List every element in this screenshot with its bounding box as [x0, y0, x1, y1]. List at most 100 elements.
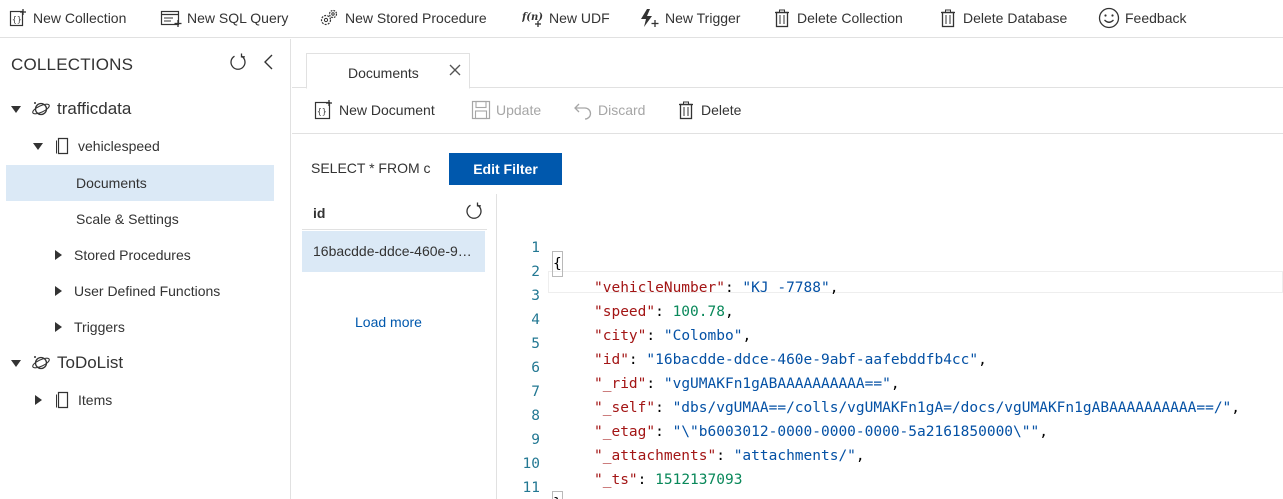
document-id-value: 16bacdde-ddce-460e-9abf-aafebddfb4cc — [313, 243, 478, 259]
new-document-icon: {} — [314, 100, 332, 120]
tree-label: Scale & Settings — [76, 211, 179, 227]
expand-triangle-icon[interactable] — [55, 286, 62, 296]
top-toolbar: {} New Collection New SQL Query New Stor… — [0, 0, 1283, 38]
expand-triangle-icon[interactable] — [55, 250, 62, 260]
new-trigger-label: New Trigger — [665, 10, 741, 26]
json-document-editor[interactable]: 1 { 2 "vehicleNumber": "KJ -7788", 3 "sp… — [498, 194, 1283, 499]
code-line: 2 "vehicleNumber": "KJ -7788", — [498, 244, 1283, 296]
id-column-header: id — [302, 194, 487, 230]
tree-label: Triggers — [74, 319, 125, 335]
tab-label: Documents — [348, 65, 419, 81]
code-line: 6 "_rid": "vgUMAKFn1gABAAAAAAAAAA==", — [498, 340, 1283, 392]
discard-label: Discard — [598, 102, 646, 118]
code-line: 3 "speed": 100.78, — [498, 268, 1283, 320]
smiley-icon — [1098, 7, 1120, 29]
code-line: 8 "_etag": "\"b6003012-0000-0000-0000-5a… — [498, 388, 1283, 440]
document-id-row[interactable]: 16bacdde-ddce-460e-9abf-aafebddfb4cc — [302, 231, 485, 272]
new-sql-query-icon — [160, 10, 182, 27]
function-icon: f(n) — [522, 12, 543, 27]
code-line: 1 { — [498, 220, 1283, 277]
expand-triangle-icon[interactable] — [11, 360, 21, 367]
close-brace: } — [552, 491, 563, 499]
collection-document-icon — [54, 390, 72, 410]
trash-icon — [941, 9, 955, 28]
feedback-button[interactable]: Feedback — [1098, 0, 1186, 36]
code-line: 10 "_ts": 1512137093 — [498, 436, 1283, 488]
id-header-label: id — [313, 205, 326, 221]
tree-group-stored-procedures[interactable]: Stored Procedures — [6, 237, 274, 273]
refresh-icon[interactable] — [228, 52, 248, 72]
new-udf-button[interactable]: f(n) New UDF — [522, 0, 610, 36]
delete-collection-button[interactable]: Delete Collection — [772, 0, 903, 36]
tab-strip: Documents — [292, 39, 1283, 89]
collection-document-icon — [54, 136, 72, 156]
tree-label: User Defined Functions — [74, 283, 221, 299]
collections-title: COLLECTIONS — [11, 55, 134, 74]
svg-text:f(n): f(n) — [522, 12, 543, 23]
expand-triangle-icon[interactable] — [55, 322, 62, 332]
tree-group-triggers[interactable]: Triggers — [6, 309, 274, 345]
tree-label: Stored Procedures — [74, 247, 191, 263]
new-udf-label: New UDF — [549, 10, 610, 26]
documents-pane: Documents {} New Document Update Discard… — [292, 39, 1283, 499]
feedback-label: Feedback — [1125, 10, 1187, 26]
filter-query-text: SELECT * FROM c — [311, 160, 431, 176]
tree-item-scale-settings[interactable]: Scale & Settings — [6, 201, 274, 237]
save-icon — [471, 100, 491, 120]
tree-label: trafficdata — [57, 99, 132, 118]
tree-collection-items[interactable]: Items — [6, 382, 274, 418]
new-document-button[interactable]: {} New Document — [314, 99, 435, 121]
load-more-link[interactable]: Load more — [355, 314, 422, 330]
new-sql-query-label: New SQL Query — [187, 10, 289, 26]
delete-database-button[interactable]: Delete Database — [938, 0, 1067, 36]
document-command-bar: {} New Document Update Discard Delete — [292, 89, 1283, 134]
code-line: 11 } — [498, 460, 1283, 499]
planet-icon — [31, 353, 51, 373]
tree-collection-vehiclespeed[interactable]: vehiclespeed — [6, 128, 274, 164]
code-line: 9 "_attachments": "attachments/", — [498, 412, 1283, 464]
undo-icon — [574, 103, 592, 120]
tree-database-trafficdata[interactable]: trafficdata — [6, 91, 274, 127]
line-number: 11 — [522, 480, 540, 496]
new-stored-procedure-label: New Stored Procedure — [345, 10, 487, 26]
update-label: Update — [496, 102, 542, 118]
new-document-label: New Document — [339, 102, 435, 118]
delete-database-label: Delete Database — [963, 10, 1068, 26]
close-icon[interactable] — [447, 62, 463, 78]
discard-button[interactable]: Discard — [573, 99, 645, 121]
planet-icon — [31, 99, 51, 119]
tree-database-todolist[interactable]: ToDoList — [6, 345, 274, 381]
lightning-icon — [641, 9, 659, 27]
collapse-chevron-icon[interactable] — [260, 52, 278, 72]
tree-group-user-defined-functions[interactable]: User Defined Functions — [6, 273, 274, 309]
new-collection-button[interactable]: {} New Collection — [8, 0, 126, 36]
trash-icon — [679, 101, 693, 120]
expand-triangle-icon[interactable] — [35, 395, 42, 405]
edit-filter-button[interactable]: Edit Filter — [449, 153, 562, 185]
code-line: 7 "_self": "dbs/vgUMAA==/colls/vgUMAKFn1… — [498, 364, 1283, 416]
tree-label: ToDoList — [57, 353, 124, 372]
code-line: 5 "id": "16bacdde-ddce-460e-9abf-aafebdd… — [498, 316, 1283, 368]
delete-collection-label: Delete Collection — [797, 10, 903, 26]
delete-document-button[interactable]: Delete — [676, 99, 741, 121]
tree-item-documents[interactable]: Documents — [6, 165, 274, 201]
svg-text:{}: {} — [12, 15, 22, 24]
trash-icon — [775, 9, 789, 28]
tab-documents[interactable]: Documents — [306, 53, 470, 89]
new-stored-procedure-button[interactable]: New Stored Procedure — [318, 0, 487, 36]
gears-icon — [320, 9, 338, 26]
new-collection-icon: {} — [9, 9, 26, 27]
tree-label: Items — [78, 392, 113, 408]
update-button[interactable]: Update — [471, 99, 541, 121]
svg-text:{}: {} — [317, 107, 327, 116]
document-id-list: id 16bacdde-ddce-460e-9abf-aafebddfb4cc … — [292, 194, 497, 499]
tree-label: vehiclespeed — [78, 138, 160, 154]
expand-triangle-icon[interactable] — [11, 106, 21, 113]
delete-document-label: Delete — [701, 102, 742, 118]
new-sql-query-button[interactable]: New SQL Query — [160, 0, 288, 36]
code-line: 4 "city": "Colombo", — [498, 292, 1283, 344]
expand-triangle-icon[interactable] — [33, 143, 43, 150]
refresh-icon[interactable] — [465, 202, 483, 223]
tree-label: Documents — [76, 175, 147, 191]
new-trigger-button[interactable]: New Trigger — [638, 0, 740, 36]
